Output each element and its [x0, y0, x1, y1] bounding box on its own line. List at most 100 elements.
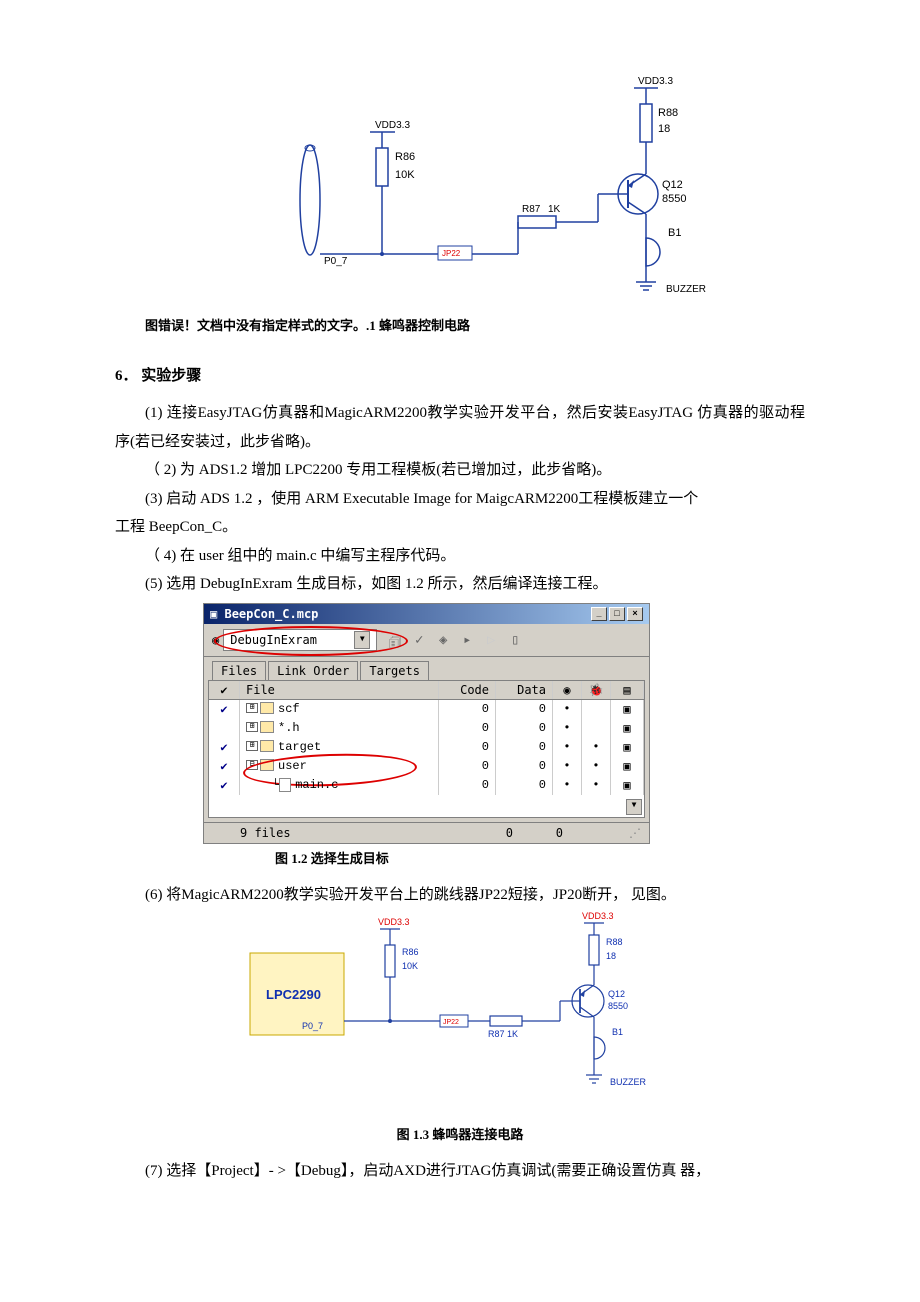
circuit-diagram-2: LPC2290 P0_7 VDD3.3 R86 10K JP22 R87 1K	[115, 909, 805, 1114]
toolbar-icon-5[interactable]: ▷	[483, 632, 499, 648]
q12-label: Q12	[662, 179, 683, 191]
r88-label: R88	[658, 107, 678, 119]
toolbar-icon-6[interactable]: ▯	[507, 632, 523, 648]
code-size: 0	[439, 700, 496, 719]
row-end-icon[interactable]: ▣	[611, 757, 644, 776]
header-code[interactable]: Code	[439, 681, 496, 699]
ide-file-list: ✔ File Code Data ◉ 🐞 ▤ ✔ ⊞ scf 0 0 • ▣ ⊞ *…	[208, 680, 645, 818]
data-size: 0	[496, 757, 553, 776]
r86-2: R86	[402, 947, 419, 957]
vdd33-r: VDD3.3	[582, 911, 614, 921]
minimize-button[interactable]: _	[591, 607, 607, 621]
row-end-icon[interactable]: ▣	[611, 700, 644, 719]
document-page: VDD3.3 R86 10K P0_7 JP22 R87 1K	[0, 0, 920, 1226]
file-row[interactable]: ✔ ⊞ scf 0 0 • ▣	[209, 700, 644, 719]
circuit-diagram-1: VDD3.3 R86 10K P0_7 JP22 R87 1K	[115, 60, 805, 305]
footer-data: 0	[519, 826, 569, 840]
bullet2	[582, 700, 611, 719]
step-6: (6) 将MagicARM2200教学实验开发平台上的跳线器JP22短接，JP2…	[115, 881, 805, 910]
close-button[interactable]: ×	[627, 607, 643, 621]
data-size: 0	[496, 719, 553, 738]
header-check[interactable]: ✔	[209, 681, 240, 699]
figure-1-3-caption: 图 1.3 蜂鸣器连接电路	[115, 1124, 805, 1143]
ide-toolbar: ◉ DebugInExram ▼ 🗊 ✓ ◈ ▸ ▷ ▯	[204, 624, 649, 657]
tree-expand-icon[interactable]: ⊞	[246, 722, 258, 732]
code-size: 0	[439, 719, 496, 738]
ide-tabs: Files Link Order Targets	[204, 657, 649, 680]
section-6-title: 6． 实验步骤	[115, 364, 805, 385]
q12v-2: 8550	[608, 1001, 628, 1011]
file-name: scf	[278, 702, 300, 716]
step-3b: 工程 BeepCon_C。	[115, 513, 805, 542]
toolbar-icon-2[interactable]: ✓	[411, 632, 427, 648]
tree-expand-icon[interactable]: ⊞	[246, 703, 258, 713]
resize-grip-icon[interactable]: ⋰	[629, 826, 641, 840]
r88-val: 18	[658, 123, 670, 135]
toolbar-icon-3[interactable]: ◈	[435, 632, 451, 648]
file-name: *.h	[278, 721, 300, 735]
check-icon: ✔	[220, 760, 227, 774]
file-row[interactable]: ✔ └main.c 0 0 • • ▣	[209, 776, 644, 795]
step-5: (5) 选用 DebugInExram 生成目标，如图 1.2 所示，然后编译连…	[115, 570, 805, 599]
bullet1: •	[553, 700, 582, 719]
folder-icon	[260, 702, 274, 714]
bullet1: •	[553, 738, 582, 757]
step-2: （ 2) 为 ADS1.2 增加 LPC2200 专用工程模板(若已增加过，此步…	[115, 456, 805, 485]
row-end-icon[interactable]: ▣	[611, 776, 644, 795]
bullet2: •	[582, 738, 611, 757]
toolbar-icon-4[interactable]: ▸	[459, 632, 475, 648]
bullet2	[582, 719, 611, 738]
footer-code: 0	[469, 826, 519, 840]
folder-icon	[260, 759, 274, 771]
circuit-svg-1: VDD3.3 R86 10K P0_7 JP22 R87 1K	[200, 60, 720, 300]
file-row[interactable]: ✔ ⊟user 0 0 • • ▣	[209, 757, 644, 776]
tree-expand-icon[interactable]: ⊞	[246, 741, 258, 751]
data-size: 0	[496, 700, 553, 719]
tree-collapse-icon[interactable]: ⊟	[246, 760, 258, 770]
maximize-button[interactable]: □	[609, 607, 625, 621]
row-end-icon[interactable]: ▣	[611, 738, 644, 757]
vdd33-top-label: VDD3.3	[638, 76, 673, 87]
scroll-down-icon[interactable]: ▼	[626, 799, 642, 815]
tab-files[interactable]: Files	[212, 661, 266, 680]
header-data[interactable]: Data	[496, 681, 553, 699]
circuit1-caption: 图错误！文档中没有指定样式的文字。.1 蜂鸣器控制电路	[145, 315, 805, 334]
check-icon: ✔	[220, 779, 227, 793]
folder-icon	[260, 721, 274, 733]
b1-2: B1	[612, 1027, 623, 1037]
circuit-svg-2: LPC2290 P0_7 VDD3.3 R86 10K JP22 R87 1K	[230, 909, 690, 1109]
dropdown-value: DebugInExram	[230, 633, 317, 647]
chevron-down-icon: ▼	[354, 631, 370, 649]
file-row[interactable]: ⊞*.h 0 0 • ▣	[209, 719, 644, 738]
jp22-label: JP22	[442, 249, 461, 258]
file-list-header: ✔ File Code Data ◉ 🐞 ▤	[209, 681, 644, 700]
check-icon: ✔	[220, 703, 227, 717]
window-buttons: _ □ ×	[591, 607, 643, 621]
header-bullet1: ◉	[553, 681, 582, 699]
folder-icon	[260, 740, 274, 752]
p07-label: P0_7	[324, 256, 348, 267]
bullet1: •	[553, 757, 582, 776]
header-bullet2: 🐞	[582, 681, 611, 699]
ide-title-icon: ▣	[210, 607, 217, 621]
data-size: 0	[496, 776, 553, 795]
bullet2: •	[582, 757, 611, 776]
toolbar-icon-1[interactable]: 🗊	[387, 632, 403, 648]
vdd33-left-label: VDD3.3	[375, 120, 410, 131]
step-3: (3) 启动 ADS 1.2 ，使用 ARM Executable Image …	[115, 485, 805, 514]
target-dropdown[interactable]: DebugInExram ▼	[223, 629, 377, 651]
ide-title: ▣ BeepCon_C.mcp	[210, 607, 318, 621]
vdd33-l: VDD3.3	[378, 917, 410, 927]
r87-2: R87 1K	[488, 1029, 518, 1039]
header-file[interactable]: File	[240, 681, 439, 699]
tab-targets[interactable]: Targets	[360, 661, 429, 680]
r87-label: R87	[522, 204, 541, 215]
r86-label: R86	[395, 151, 415, 163]
data-size: 0	[496, 738, 553, 757]
step-4: （ 4) 在 user 组中的 main.c 中编写主程序代码。	[115, 542, 805, 571]
step-7: (7) 选择【Project】- >【Debug】，启动AXD进行JTAG仿真调…	[115, 1157, 805, 1186]
row-end-icon[interactable]: ▣	[611, 719, 644, 738]
file-row[interactable]: ✔ ⊞target 0 0 • • ▣	[209, 738, 644, 757]
step-1: (1) 连接EasyJTAG仿真器和MagicARM2200教学实验开发平台，然…	[115, 399, 805, 456]
tab-link-order[interactable]: Link Order	[268, 661, 358, 680]
